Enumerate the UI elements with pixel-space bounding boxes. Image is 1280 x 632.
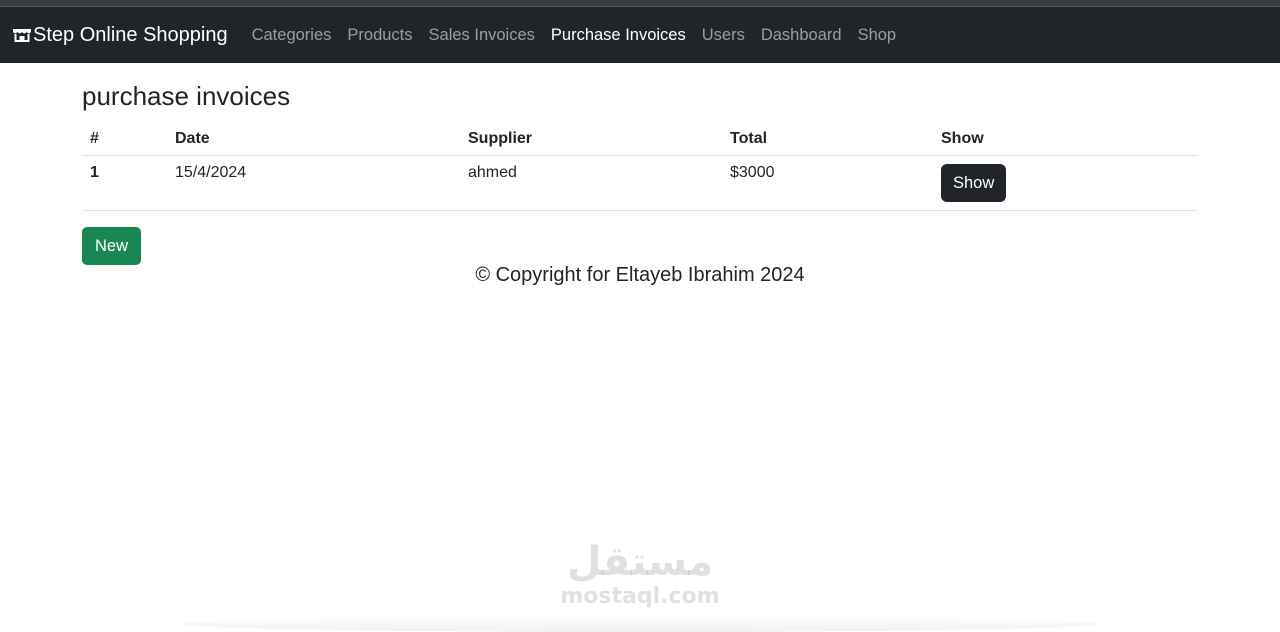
page-title: purchase invoices [82,81,291,111]
table-row: 1 15/4/2024 ahmed $3000 Show [82,155,1198,211]
cell-action: Show [933,155,1198,211]
window-top-strip [0,0,1280,7]
nav-link-products[interactable]: Products [339,26,420,45]
brand-label: Step Online Shopping [33,23,228,46]
nav-link-categories[interactable]: Categories [244,26,340,45]
cell-total: $3000 [722,155,933,211]
nav-link-shop[interactable]: Shop [850,26,905,45]
watermark-latin: mostaql.com [560,584,720,609]
table-header-row: # Date Supplier Total Show [82,123,1198,156]
new-button[interactable]: New [82,227,142,265]
shop-icon [12,25,32,45]
navbar: Step Online Shopping Categories Products… [0,7,1280,63]
bottom-shadow [180,616,1100,632]
column-header-total: Total [722,123,933,156]
nav-link-purchase-invoices[interactable]: Purchase Invoices [543,26,694,45]
mostaql-watermark: مستقل mostaql.com [545,540,735,620]
nav-link-sales-invoices[interactable]: Sales Invoices [421,26,543,45]
column-header-supplier: Supplier [460,123,722,156]
show-button[interactable]: Show [941,164,1007,202]
column-header-date: Date [167,123,460,156]
cell-supplier: ahmed [460,155,722,211]
cell-date: 15/4/2024 [167,155,460,211]
nav-link-dashboard[interactable]: Dashboard [753,26,850,45]
brand-link[interactable]: Step Online Shopping [12,24,228,47]
column-header-show: Show [933,123,1198,156]
invoices-table: # Date Supplier Total Show 1 15/4/2024 a… [82,123,1198,211]
watermark-arabic: مستقل [566,539,714,585]
column-header-number: # [82,123,167,156]
nav-link-users[interactable]: Users [694,26,753,45]
footer-copyright: © Copyright for Eltayeb Ibrahim 2024 [475,264,805,286]
cell-number: 1 [82,155,167,211]
